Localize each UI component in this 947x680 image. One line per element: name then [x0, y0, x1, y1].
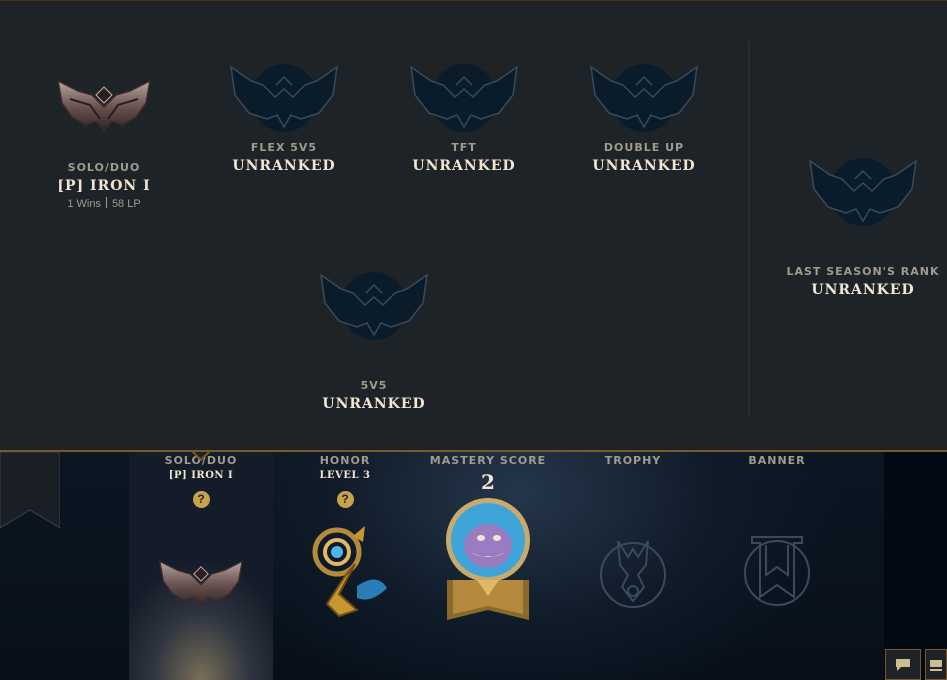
queue-label: LAST SEASON'S RANK	[786, 265, 940, 278]
crest-banner[interactable]: BANNER	[705, 452, 849, 611]
unranked-emblem-icon	[320, 272, 428, 340]
crest-honor[interactable]: HONOR LEVEL 3 ?	[273, 452, 417, 620]
crest-mastery[interactable]: MASTERY SCORE 2	[416, 452, 560, 622]
rank-solo-duo[interactable]: SOLO/DUO [P] IRON I 1 Wins 58 LP	[14, 73, 194, 210]
help-icon[interactable]: ?	[192, 491, 210, 508]
rank-5v5[interactable]: 5V5 UNRANKED	[284, 269, 464, 412]
queue-label: FLEX 5V5	[250, 141, 318, 154]
honor-level-icon	[312, 526, 387, 618]
unranked-emblem-icon	[590, 64, 698, 132]
queue-label: DOUBLE UP	[603, 141, 685, 154]
rank-double-up[interactable]: DOUBLE UP UNRANKED	[554, 61, 734, 174]
mastery-score-value: 2	[481, 470, 495, 494]
crest-subtitle: [P] IRON I	[168, 470, 234, 481]
unranked-emblem-icon	[809, 158, 917, 226]
queue-label: TFT	[451, 141, 477, 154]
popup-pointer-arrow	[191, 452, 211, 462]
menu-icon	[930, 659, 942, 671]
crest-title: HONOR	[319, 454, 371, 467]
right-dark-panel	[884, 452, 947, 680]
queue-label: 5V5	[360, 379, 388, 392]
popup-divider	[748, 41, 750, 416]
trophy-icon	[600, 540, 666, 608]
ranked-popup: SOLO/DUO [P] IRON I 1 Wins 58 LP FLEX 5V5…	[0, 0, 947, 452]
champion-mastery-icon	[446, 498, 530, 620]
crest-subtitle: LEVEL 3	[319, 470, 371, 481]
chat-icon	[896, 658, 910, 671]
lp-count: 58 LP	[111, 198, 141, 210]
unranked-emblem-icon	[410, 64, 518, 132]
rank-tft[interactable]: TFT UNRANKED	[374, 61, 554, 174]
iron-emblem-icon	[56, 79, 152, 133]
iron-emblem-icon	[158, 560, 244, 608]
rank-value: UNRANKED	[412, 158, 516, 174]
banner-flag-shape	[0, 452, 60, 529]
rank-flex[interactable]: FLEX 5V5 UNRANKED	[194, 61, 374, 174]
rank-value: UNRANKED	[232, 158, 336, 174]
menu-button[interactable]	[925, 649, 947, 680]
rank-value: UNRANKED	[592, 158, 696, 174]
profile-crests-area: SOLO/DUO [P] IRON I ? HONOR LEVEL 3 ? MA…	[0, 452, 947, 680]
crest-title: MASTERY SCORE	[429, 454, 547, 467]
rank-value: [P] IRON I	[57, 178, 151, 194]
rank-value: UNRANKED	[811, 282, 915, 298]
rank-last-season[interactable]: LAST SEASON'S RANK UNRANKED	[773, 155, 947, 298]
unranked-emblem-icon	[230, 64, 338, 132]
queue-label: SOLO/DUO	[67, 161, 141, 174]
rank-stats: 1 Wins 58 LP	[14, 197, 194, 210]
wins-count: 1 Wins	[67, 198, 101, 210]
stat-separator	[105, 197, 107, 208]
chat-button[interactable]	[885, 649, 921, 680]
banner-icon	[744, 536, 810, 606]
crest-solo-duo[interactable]: SOLO/DUO [P] IRON I ?	[129, 452, 273, 610]
crest-title: BANNER	[748, 454, 806, 467]
crest-title: TROPHY	[604, 454, 662, 467]
rank-value: UNRANKED	[322, 396, 426, 412]
help-icon[interactable]: ?	[336, 491, 354, 508]
crest-trophy[interactable]: TROPHY	[561, 452, 705, 611]
